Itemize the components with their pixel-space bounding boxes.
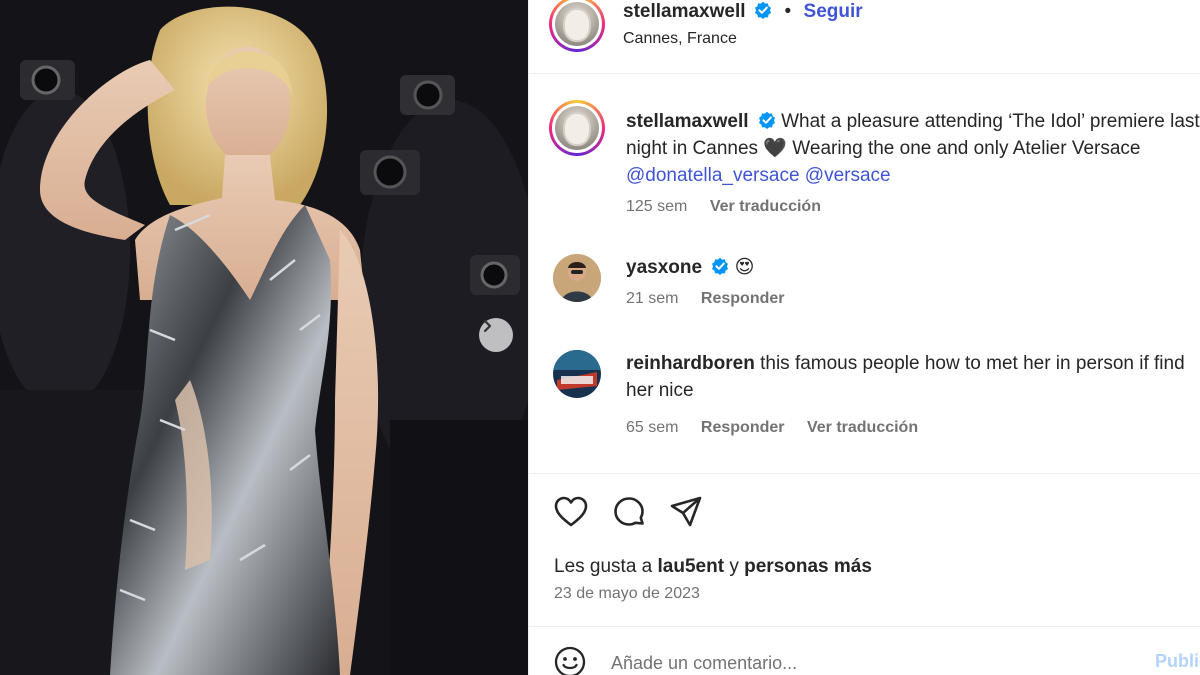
heart-icon[interactable] xyxy=(553,494,589,530)
post-photo-illustration xyxy=(0,0,528,675)
translate-button[interactable]: Ver traducción xyxy=(710,198,821,215)
caption-text-line2b: Wearing the one and only Atelier Versace xyxy=(792,138,1141,159)
commenter-avatar-picture xyxy=(553,254,601,302)
publish-button[interactable]: Publicar xyxy=(1155,651,1200,672)
caption-text-line1: What a pleasure attending ‘The Idol’ pre… xyxy=(781,111,1200,132)
caption-time[interactable]: 125 sem xyxy=(626,198,687,215)
separator-dot: • xyxy=(784,1,792,22)
post-image[interactable] xyxy=(0,0,528,675)
translate-button[interactable]: Ver traducción xyxy=(807,419,918,436)
mention-donatella[interactable]: @donatella_versace xyxy=(626,165,800,186)
commenter-username[interactable]: yasxone xyxy=(626,257,702,278)
likes-prefix: Les gusta a xyxy=(554,556,653,577)
caption: stellamaxwell What a pleasure attending … xyxy=(549,100,1200,250)
chevron-right-icon xyxy=(483,319,492,333)
caption-avatar[interactable] xyxy=(549,100,605,156)
likes-user[interactable]: lau5ent xyxy=(658,556,725,577)
caption-username[interactable]: stellamaxwell xyxy=(626,111,749,132)
reply-button[interactable]: Responder xyxy=(701,419,785,436)
verified-badge-icon xyxy=(758,111,775,129)
post-location[interactable]: Cannes, France xyxy=(623,30,737,48)
likes-mid: y xyxy=(729,556,739,577)
mention-versace[interactable]: @versace xyxy=(805,165,891,186)
follow-button[interactable]: Seguir xyxy=(804,1,863,22)
emoji-icon[interactable] xyxy=(553,645,587,675)
caption-text-line2: night in Cannes xyxy=(626,138,759,159)
verified-badge-icon xyxy=(754,1,771,19)
post-details-panel: stellamaxwell • Seguir Cannes, France st… xyxy=(528,0,1200,675)
comments-list[interactable]: stellamaxwell What a pleasure attending … xyxy=(529,74,1200,474)
black-heart-emoji: 🖤 xyxy=(763,138,787,159)
commenter-username[interactable]: reinhardboren xyxy=(626,353,755,374)
likes-summary[interactable]: Les gusta a lau5ent y personas más xyxy=(554,556,872,578)
add-comment-bar: Publicar xyxy=(529,626,1200,675)
comment-item: reinhardboren this famous people how to … xyxy=(549,350,1199,460)
comment-icon[interactable] xyxy=(611,494,647,530)
comment-time[interactable]: 65 sem xyxy=(626,419,678,436)
verified-badge-icon xyxy=(712,257,729,275)
author-username[interactable]: stellamaxwell xyxy=(623,1,746,22)
comment-input[interactable] xyxy=(611,645,1131,675)
comment-text: 😍 xyxy=(734,257,755,278)
comment-item: yasxone 😍 21 sem Responder xyxy=(549,254,1199,334)
post-date[interactable]: 23 de mayo de 2023 xyxy=(554,585,700,603)
next-image-button[interactable] xyxy=(479,318,513,352)
post-actions: Les gusta a lau5ent y personas más 23 de… xyxy=(529,474,1200,626)
share-icon[interactable] xyxy=(668,494,704,530)
commenter-avatar[interactable] xyxy=(553,254,601,302)
comment-time[interactable]: 21 sem xyxy=(626,290,678,307)
commenter-avatar[interactable] xyxy=(553,350,601,398)
reply-button[interactable]: Responder xyxy=(701,290,785,307)
likes-others[interactable]: personas más xyxy=(744,556,872,577)
commenter-avatar-picture xyxy=(553,350,601,398)
post-header: stellamaxwell • Seguir Cannes, France xyxy=(529,0,1200,74)
avatar[interactable] xyxy=(549,0,605,52)
